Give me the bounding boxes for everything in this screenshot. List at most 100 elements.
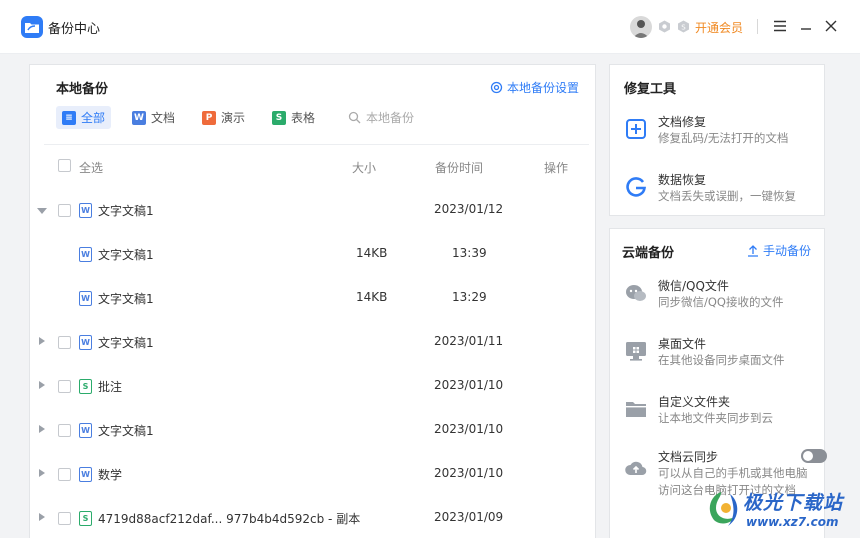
avatar[interactable]: [630, 16, 652, 38]
desktop-icon: [626, 342, 646, 361]
backup-time: 2023/01/10: [434, 466, 504, 480]
file-name: 文字文稿1: [98, 424, 154, 438]
custom-folder-title: 自定义文件夹: [658, 395, 731, 409]
list-icon: ≡: [62, 110, 76, 125]
file-name: 文字文稿1: [98, 336, 154, 350]
tab-all-label: 全部: [81, 111, 106, 125]
tab-presentations[interactable]: P 演示: [196, 106, 251, 129]
tab-documents-label: 文档: [151, 111, 176, 125]
local-backup-panel: 本地备份 本地备份设置 ≡ 全部 W 文档 P 演示 S 表格 本地备份 全选 …: [29, 64, 596, 538]
backup-time: 2023/01/09: [434, 510, 504, 524]
expand-arrow-icon[interactable]: [39, 469, 45, 477]
expand-arrow-icon[interactable]: [39, 513, 45, 521]
repair-tools-panel: 修复工具 文档修复 修复乱码/无法打开的文档 数据恢复 文档丢失或误删，一键恢复: [609, 64, 825, 216]
select-all-checkbox[interactable]: [58, 159, 71, 172]
doc-cloud-sync-title: 文档云同步: [658, 450, 719, 464]
col-size: 大小: [352, 161, 377, 175]
word-doc-icon: W: [132, 110, 146, 125]
wechat-qq-files-title: 微信/QQ文件: [658, 279, 729, 293]
file-name: 4719d88acf212daf... 977b4b4d592cb - 副本: [98, 512, 361, 526]
word-file-icon: W: [79, 335, 92, 350]
doc-repair-item[interactable]: 文档修复 修复乱码/无法打开的文档: [624, 113, 819, 153]
backup-time: 13:39: [452, 246, 487, 260]
tab-presentations-label: 演示: [221, 111, 246, 125]
table-row[interactable]: W 文字文稿1 14KB 13:39: [30, 233, 595, 277]
backup-time: 2023/01/11: [434, 334, 504, 348]
desktop-files-item[interactable]: 桌面文件 在其他设备同步桌面文件: [624, 335, 819, 375]
backup-time: 2023/01/10: [434, 422, 504, 436]
row-checkbox[interactable]: [58, 512, 71, 525]
table-row[interactable]: S 4719d88acf212daf... 977b4b4d592cb - 副本…: [30, 497, 595, 538]
row-checkbox[interactable]: [58, 468, 71, 481]
cloud-upload-icon: [625, 461, 647, 476]
spreadsheet-file-icon: S: [79, 379, 92, 394]
folder-icon: [626, 402, 646, 417]
word-file-icon: W: [79, 291, 92, 306]
backup-time: 2023/01/12: [434, 202, 504, 216]
app-logo-icon: [21, 16, 43, 38]
table-row[interactable]: W 文字文稿1 2023/01/11: [30, 321, 595, 365]
desktop-files-desc: 在其他设备同步桌面文件: [658, 353, 785, 367]
search-local-backup[interactable]: 本地备份: [342, 106, 420, 129]
settings-icon: [490, 81, 503, 94]
cloud-backup-title: 云端备份: [622, 246, 675, 261]
titlebar-divider: [757, 19, 758, 34]
wechat-qq-files-item[interactable]: 微信/QQ文件 同步微信/QQ接收的文件: [624, 277, 819, 317]
col-backup-time: 备份时间: [435, 161, 484, 175]
tab-documents[interactable]: W 文档: [126, 106, 181, 129]
local-backup-title: 本地备份: [56, 82, 109, 97]
file-size: 14KB: [356, 246, 388, 260]
search-placeholder: 本地备份: [366, 111, 415, 125]
minimize-icon[interactable]: [797, 17, 815, 35]
watermark-title: 极光下载站: [743, 492, 844, 514]
doc-cloud-sync-toggle[interactable]: [801, 449, 827, 463]
file-name: 文字文稿1: [98, 204, 154, 218]
expand-arrow-icon[interactable]: [39, 337, 45, 345]
data-recovery-title: 数据恢复: [658, 173, 707, 187]
custom-folder-item[interactable]: 自定义文件夹 让本地文件夹同步到云: [624, 393, 819, 433]
word-file-icon: W: [79, 203, 92, 218]
member-badge-icon: [659, 20, 670, 33]
word-file-icon: W: [79, 467, 92, 482]
super-member-badge-icon: S: [678, 20, 689, 33]
table-row[interactable]: W 数学 2023/01/10: [30, 453, 595, 497]
row-checkbox[interactable]: [58, 424, 71, 437]
data-recovery-icon: [626, 177, 646, 197]
presentation-icon: P: [202, 110, 216, 125]
svg-text:S: S: [681, 24, 686, 32]
close-icon[interactable]: [822, 17, 840, 35]
table-row[interactable]: S 批注 2023/01/10: [30, 365, 595, 409]
file-name: 数学: [98, 468, 123, 482]
row-checkbox[interactable]: [58, 380, 71, 393]
manual-backup-button[interactable]: 手动备份: [747, 242, 811, 259]
title-bar: 备份中心 S 开通会员: [0, 0, 860, 54]
row-checkbox[interactable]: [58, 204, 71, 217]
table-row[interactable]: W 文字文稿1 2023/01/12: [30, 189, 595, 233]
menu-icon[interactable]: [771, 17, 789, 35]
watermark-url: www.xz7.com: [746, 515, 839, 529]
file-name: 文字文稿1: [98, 292, 154, 306]
doc-repair-desc: 修复乱码/无法打开的文档: [658, 131, 789, 145]
tabs-divider: [44, 144, 589, 145]
table-row[interactable]: W 文字文稿1 2023/01/10: [30, 409, 595, 453]
data-recovery-item[interactable]: 数据恢复 文档丢失或误删，一键恢复: [624, 171, 819, 211]
repair-tools-title: 修复工具: [624, 82, 677, 97]
search-icon: [348, 111, 361, 124]
expand-arrow-icon[interactable]: [39, 381, 45, 389]
backup-time: 13:29: [452, 290, 487, 304]
row-checkbox[interactable]: [58, 336, 71, 349]
local-backup-settings-link[interactable]: 本地备份设置: [490, 79, 579, 96]
settings-link-label: 本地备份设置: [507, 81, 580, 95]
file-name: 文字文稿1: [98, 248, 154, 262]
custom-folder-desc: 让本地文件夹同步到云: [658, 411, 773, 425]
watermark-logo-icon: [709, 492, 738, 526]
file-name: 批注: [98, 380, 123, 394]
collapse-arrow-icon[interactable]: [37, 208, 47, 214]
manual-backup-label: 手动备份: [763, 244, 812, 258]
table-row[interactable]: W 文字文稿1 14KB 13:29: [30, 277, 595, 321]
expand-arrow-icon[interactable]: [39, 425, 45, 433]
site-watermark: 极光下载站 www.xz7.com: [700, 482, 860, 538]
tab-all[interactable]: ≡ 全部: [56, 106, 112, 129]
open-vip-link[interactable]: 开通会员: [695, 19, 743, 36]
tab-spreadsheets[interactable]: S 表格: [266, 106, 321, 129]
